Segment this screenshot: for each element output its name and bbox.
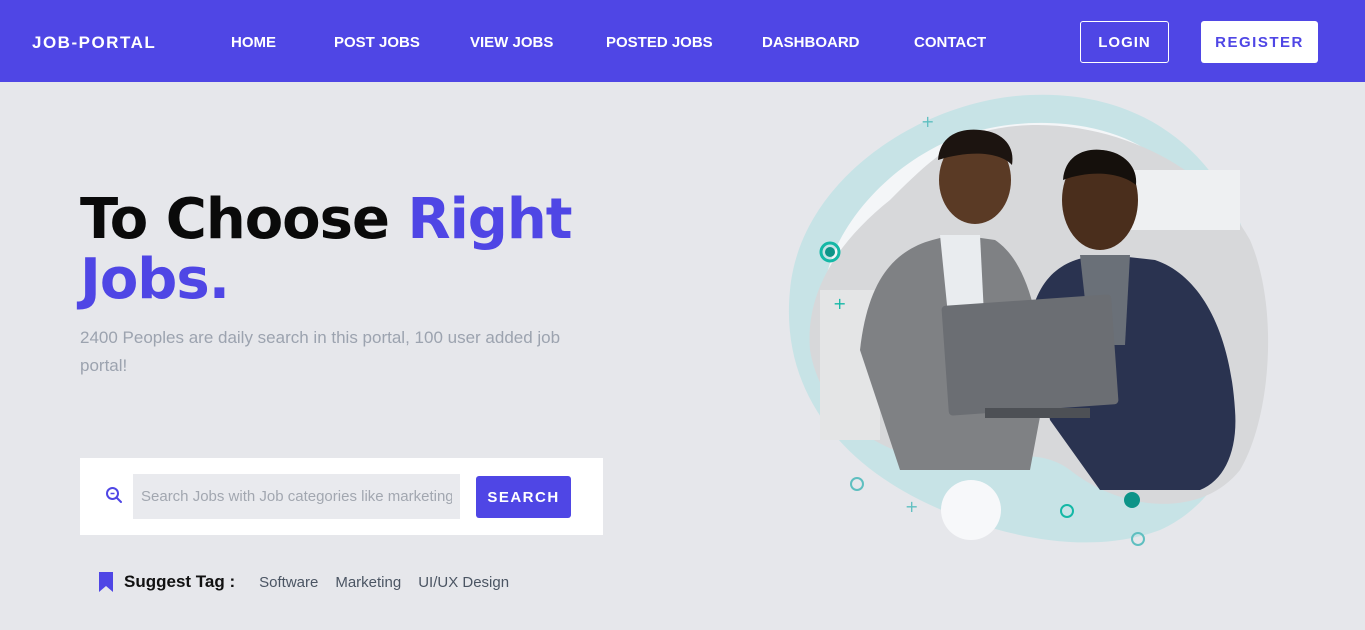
hero-title-part1: To Choose [80, 187, 408, 252]
nav-link-post-jobs[interactable]: POST JOBS [334, 34, 420, 51]
suggest-tags: Suggest Tag : Software Marketing UI/UX D… [98, 570, 526, 594]
tag-uiux-design[interactable]: UI/UX Design [418, 574, 509, 591]
deco-white-blob [941, 480, 1001, 540]
tag-marketing[interactable]: Marketing [335, 574, 401, 591]
deco-dot-solid [1124, 492, 1140, 508]
search-box: SEARCH [80, 458, 603, 535]
deco-plus-3: + [905, 497, 918, 516]
brand-logo[interactable]: JOB-PORTAL [32, 33, 156, 53]
hero-title-part2: Jobs. [80, 247, 230, 312]
bookmark-icon [99, 572, 113, 592]
nav-link-view-jobs[interactable]: VIEW JOBS [470, 34, 553, 51]
suggest-tag-label: Suggest Tag : [124, 572, 236, 591]
nav-link-home[interactable]: HOME [231, 34, 276, 51]
hero-title: To Choose Right Jobs. [80, 187, 573, 312]
register-button[interactable]: REGISTER [1201, 21, 1318, 63]
deco-plus-1: + [921, 112, 934, 131]
nav-link-contact[interactable]: CONTACT [914, 34, 986, 51]
hero-illustration: + + + [788, 94, 1269, 546]
search-input[interactable] [133, 474, 460, 519]
laptop [941, 294, 1119, 418]
tag-software[interactable]: Software [259, 574, 318, 591]
nav-link-dashboard[interactable]: DASHBOARD [762, 34, 860, 51]
nav-link-posted-jobs[interactable]: POSTED JOBS [606, 34, 713, 51]
deco-dot-ring [850, 477, 864, 491]
search-icon [106, 487, 122, 503]
deco-plus-2: + [833, 294, 846, 313]
hero-subtitle: 2400 Peoples are daily search in this po… [80, 328, 561, 375]
navbar: JOB-PORTAL HOME POST JOBS VIEW JOBS POST… [0, 0, 1365, 82]
hero-title-accent: Right [407, 187, 572, 252]
login-button[interactable]: LOGIN [1080, 21, 1169, 63]
search-button[interactable]: SEARCH [476, 476, 571, 518]
